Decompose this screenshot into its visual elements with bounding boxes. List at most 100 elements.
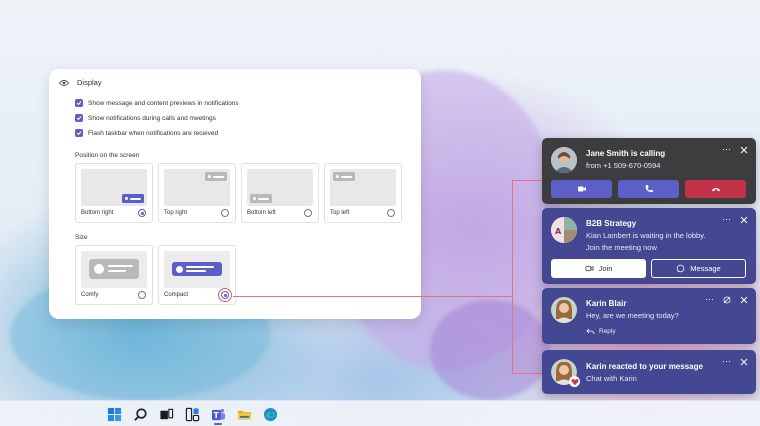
meeting-group-avatar: A <box>551 217 577 243</box>
decline-call-button[interactable] <box>685 180 746 198</box>
karin-avatar <box>551 297 577 323</box>
video-call-icon <box>577 186 586 192</box>
close-icon[interactable] <box>740 358 748 366</box>
reply-label: Reply <box>599 328 616 335</box>
position-label: Bottom left <box>247 210 276 216</box>
size-option-compact[interactable]: Compact <box>158 245 236 305</box>
active-app-indicator <box>214 423 222 425</box>
checkbox-flash-taskbar[interactable]: Flash taskbar when notifications are rec… <box>75 129 218 137</box>
karin-avatar <box>551 359 580 387</box>
size-preview <box>81 251 147 288</box>
size-option-comfy[interactable]: Comfy <box>75 245 153 305</box>
preview-notification <box>122 194 144 203</box>
position-preview <box>247 169 313 206</box>
position-label: Bottom right <box>81 210 114 216</box>
call-subtitle: from +1 509-670-0594 <box>586 161 661 170</box>
meeting-line-2: Join the meeting now <box>586 243 657 252</box>
edge-icon[interactable] <box>262 406 278 422</box>
incoming-call-notification[interactable]: Jane Smith is calling from +1 509-670-05… <box>542 138 756 204</box>
reaction-notification[interactable]: Karin reacted to your message Chat with … <box>542 350 756 394</box>
radio-selected[interactable] <box>138 209 146 217</box>
comfy-preview-notification <box>89 259 139 279</box>
position-label: Top left <box>330 210 350 216</box>
reaction-subtitle: Chat with Karin <box>586 374 637 383</box>
chat-notification[interactable]: Karin Blair Hey, are we meeting today? ·… <box>542 288 756 344</box>
file-explorer-icon[interactable] <box>236 406 252 422</box>
meeting-line-1: Kian Lambert is waiting in the lobby. <box>586 231 706 240</box>
chat-bubble-icon <box>677 264 685 273</box>
position-option-bottom-left[interactable]: Bottom left <box>241 163 319 223</box>
meeting-notification[interactable]: A B2B Strategy Kian Lambert is waiting i… <box>542 208 756 284</box>
wallpaper-swirl <box>430 300 550 400</box>
checkbox-label: Show notifications during calls and meet… <box>88 114 216 122</box>
reply-button[interactable]: Reply <box>586 328 616 335</box>
position-preview <box>81 169 147 206</box>
close-icon[interactable] <box>740 146 748 154</box>
teams-icon[interactable]: T <box>210 406 226 422</box>
size-section-label: Size <box>75 234 88 241</box>
widgets-icon[interactable] <box>184 406 200 422</box>
position-option-bottom-right[interactable]: Bottom right <box>75 163 153 223</box>
position-preview <box>330 169 396 206</box>
eye-icon <box>59 79 69 86</box>
checkbox-label: Flash taskbar when notifications are rec… <box>88 129 219 137</box>
preview-notification <box>333 172 355 181</box>
position-section-label: Position on the screen <box>75 152 140 159</box>
display-section-header: Display <box>59 78 102 87</box>
search-icon[interactable] <box>132 406 148 422</box>
heart-reaction-icon <box>569 376 580 387</box>
size-label: Compact <box>164 292 189 298</box>
chat-message: Hey, are we meeting today? <box>586 311 679 320</box>
size-label: Comfy <box>81 292 99 298</box>
mute-chat-icon[interactable] <box>723 296 731 304</box>
more-options-icon[interactable]: ··· <box>722 357 731 366</box>
radio-unselected[interactable] <box>221 209 229 217</box>
connector-line <box>512 180 513 373</box>
windows-start-icon[interactable] <box>106 406 122 422</box>
radio-unselected[interactable] <box>387 209 395 217</box>
more-options-icon[interactable]: ··· <box>705 295 714 304</box>
message-button[interactable]: Message <box>651 259 746 278</box>
more-options-icon[interactable]: ··· <box>722 215 731 224</box>
more-options-icon[interactable]: ··· <box>722 145 731 154</box>
preview-notification <box>250 194 272 203</box>
position-label: Top right <box>164 210 188 216</box>
reply-arrow-icon <box>586 328 595 335</box>
size-preview <box>164 251 230 288</box>
task-view-icon[interactable] <box>158 406 174 422</box>
video-call-button[interactable] <box>551 180 612 198</box>
preview-notification <box>205 172 227 181</box>
radio-selected[interactable] <box>221 291 229 299</box>
close-icon[interactable] <box>740 296 748 304</box>
connector-line <box>512 180 542 181</box>
svg-text:A: A <box>555 227 562 236</box>
connector-line <box>512 373 542 374</box>
close-icon[interactable] <box>740 216 748 224</box>
position-option-top-right[interactable]: Top right <box>158 163 236 223</box>
radio-unselected[interactable] <box>304 209 312 217</box>
audio-call-button[interactable] <box>618 180 679 198</box>
checkbox-calls-meetings[interactable]: Show notifications during calls and meet… <box>75 114 216 122</box>
radio-unselected[interactable] <box>138 291 146 299</box>
compact-preview-notification <box>172 262 222 276</box>
checkbox-checked-icon[interactable] <box>75 129 83 137</box>
position-option-top-left[interactable]: Top left <box>324 163 402 223</box>
checkbox-checked-icon[interactable] <box>75 114 83 122</box>
checkbox-checked-icon[interactable] <box>75 99 83 107</box>
join-label: Join <box>598 264 613 273</box>
caller-avatar <box>551 147 577 173</box>
video-icon <box>585 265 594 272</box>
chat-sender: Karin Blair <box>586 299 627 308</box>
connector-line <box>233 296 513 297</box>
meeting-title: B2B Strategy <box>586 219 637 228</box>
join-button[interactable]: Join <box>551 259 646 278</box>
checkbox-message-previews[interactable]: Show message and content previews in not… <box>75 99 239 107</box>
decline-call-icon <box>711 188 720 192</box>
display-header-label: Display <box>77 78 102 87</box>
taskbar: T <box>0 400 760 426</box>
checkbox-label: Show message and content previews in not… <box>88 99 239 107</box>
position-preview <box>164 169 230 206</box>
notification-settings-panel: Display Show message and content preview… <box>49 69 421 319</box>
reaction-title: Karin reacted to your message <box>586 362 703 371</box>
call-title: Jane Smith is calling <box>586 149 666 158</box>
